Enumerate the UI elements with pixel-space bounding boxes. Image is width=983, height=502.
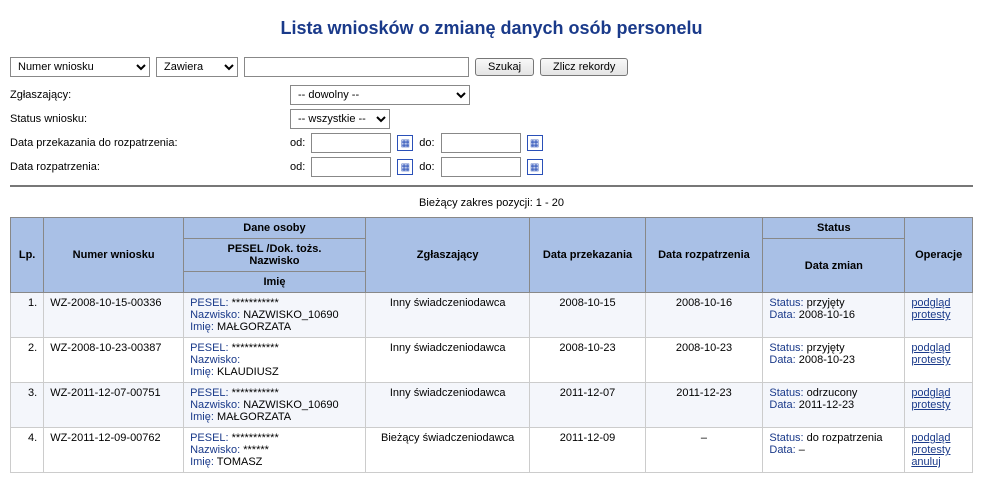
reporter-filter-select[interactable]: -- dowolny -- <box>290 85 470 105</box>
table-row: 2.WZ-2008-10-23-00387PESEL: ***********N… <box>11 338 973 383</box>
cell-operations: podglądprotesty <box>905 293 973 338</box>
cell-date-review: – <box>645 428 763 473</box>
status-filter-label: Status wniosku: <box>10 113 290 125</box>
date-forward-from-input[interactable] <box>311 133 391 153</box>
cell-person: PESEL: ***********Nazwisko: NAZWISKO_106… <box>184 293 366 338</box>
cell-date-forward: 2011-12-09 <box>530 428 645 473</box>
cell-date-review: 2011-12-23 <box>645 383 763 428</box>
cell-status: Status: przyjętyData: 2008-10-16 <box>763 293 905 338</box>
col-person-top: Dane osoby <box>184 218 366 239</box>
search-button[interactable]: Szukaj <box>475 58 534 76</box>
cell-operations: podglądprotesty <box>905 383 973 428</box>
col-date-fwd: Data przekazania <box>530 218 645 293</box>
cell-lp: 1. <box>11 293 44 338</box>
cell-number: WZ-2008-10-15-00336 <box>44 293 184 338</box>
cell-lp: 4. <box>11 428 44 473</box>
search-operator-select[interactable]: Zawiera <box>156 57 238 77</box>
cell-status: Status: przyjętyData: 2008-10-23 <box>763 338 905 383</box>
date-from-label: od: <box>290 137 305 149</box>
cell-date-review: 2008-10-16 <box>645 293 763 338</box>
cell-status: Status: do rozpatrzeniaData: – <box>763 428 905 473</box>
calendar-icon[interactable]: ▦ <box>527 159 543 175</box>
cell-reporter: Inny świadczeniodawca <box>365 338 530 383</box>
date-review-to-input[interactable] <box>441 157 521 177</box>
calendar-icon[interactable]: ▦ <box>397 159 413 175</box>
date-forward-label: Data przekazania do rozpatrzenia: <box>10 137 290 149</box>
op-link-protesty[interactable]: protesty <box>911 309 966 321</box>
date-review-from-input[interactable] <box>311 157 391 177</box>
cell-lp: 2. <box>11 338 44 383</box>
date-to-label: do: <box>419 161 434 173</box>
col-nr: Numer wniosku <box>44 218 184 293</box>
cell-lp: 3. <box>11 383 44 428</box>
calendar-icon[interactable]: ▦ <box>397 135 413 151</box>
cell-reporter: Bieżący świadczeniodawca <box>365 428 530 473</box>
table-row: 3.WZ-2011-12-07-00751PESEL: ***********N… <box>11 383 973 428</box>
op-link-podgląd[interactable]: podgląd <box>911 432 966 444</box>
divider <box>10 185 973 187</box>
cell-date-forward: 2008-10-15 <box>530 293 645 338</box>
cell-reporter: Inny świadczeniodawca <box>365 383 530 428</box>
col-status-bot: Data zmian <box>763 239 905 293</box>
reporter-filter-label: Zgłaszający: <box>10 89 290 101</box>
cell-person: PESEL: ***********Nazwisko: ******Imię: … <box>184 428 366 473</box>
range-info: Bieżący zakres pozycji: 1 - 20 <box>10 197 973 209</box>
op-link-protesty[interactable]: protesty <box>911 444 966 456</box>
op-link-protesty[interactable]: protesty <box>911 399 966 411</box>
op-link-podgląd[interactable]: podgląd <box>911 342 966 354</box>
date-to-label: do: <box>419 137 434 149</box>
cell-number: WZ-2011-12-09-00762 <box>44 428 184 473</box>
table-row: 4.WZ-2011-12-09-00762PESEL: ***********N… <box>11 428 973 473</box>
table-row: 1.WZ-2008-10-15-00336PESEL: ***********N… <box>11 293 973 338</box>
col-person-bot: Imię <box>184 272 366 293</box>
date-review-label: Data rozpatrzenia: <box>10 161 290 173</box>
cell-date-forward: 2008-10-23 <box>530 338 645 383</box>
cell-number: WZ-2008-10-23-00387 <box>44 338 184 383</box>
op-link-protesty[interactable]: protesty <box>911 354 966 366</box>
cell-person: PESEL: ***********Nazwisko: NAZWISKO_106… <box>184 383 366 428</box>
cell-operations: podglądprotesty <box>905 338 973 383</box>
col-ops: Operacje <box>905 218 973 293</box>
cell-number: WZ-2011-12-07-00751 <box>44 383 184 428</box>
op-link-podgląd[interactable]: podgląd <box>911 387 966 399</box>
col-status-top: Status <box>763 218 905 239</box>
cell-reporter: Inny świadczeniodawca <box>365 293 530 338</box>
cell-date-review: 2008-10-23 <box>645 338 763 383</box>
cell-operations: podglądprotestyanuluj <box>905 428 973 473</box>
date-forward-to-input[interactable] <box>441 133 521 153</box>
cell-person: PESEL: ***********Nazwisko: Imię: KLAUDI… <box>184 338 366 383</box>
op-link-anuluj[interactable]: anuluj <box>911 456 966 468</box>
search-input[interactable] <box>244 57 469 77</box>
col-reporter: Zgłaszający <box>365 218 530 293</box>
search-field-select[interactable]: Numer wniosku <box>10 57 150 77</box>
filters-panel: Zgłaszający: -- dowolny -- Status wniosk… <box>10 85 973 177</box>
count-records-button[interactable]: Zlicz rekordy <box>540 58 628 76</box>
results-table: Lp. Numer wniosku Dane osoby Zgłaszający… <box>10 217 973 473</box>
status-filter-select[interactable]: -- wszystkie -- <box>290 109 390 129</box>
page-title: Lista wniosków o zmianę danych osób pers… <box>10 18 973 39</box>
search-bar: Numer wniosku Zawiera Szukaj Zlicz rekor… <box>10 57 973 77</box>
col-lp: Lp. <box>11 218 44 293</box>
op-link-podgląd[interactable]: podgląd <box>911 297 966 309</box>
col-date-rev: Data rozpatrzenia <box>645 218 763 293</box>
col-person-mid: PESEL /Dok. tożs. Nazwisko <box>184 239 366 272</box>
calendar-icon[interactable]: ▦ <box>527 135 543 151</box>
cell-status: Status: odrzuconyData: 2011-12-23 <box>763 383 905 428</box>
cell-date-forward: 2011-12-07 <box>530 383 645 428</box>
date-from-label: od: <box>290 161 305 173</box>
